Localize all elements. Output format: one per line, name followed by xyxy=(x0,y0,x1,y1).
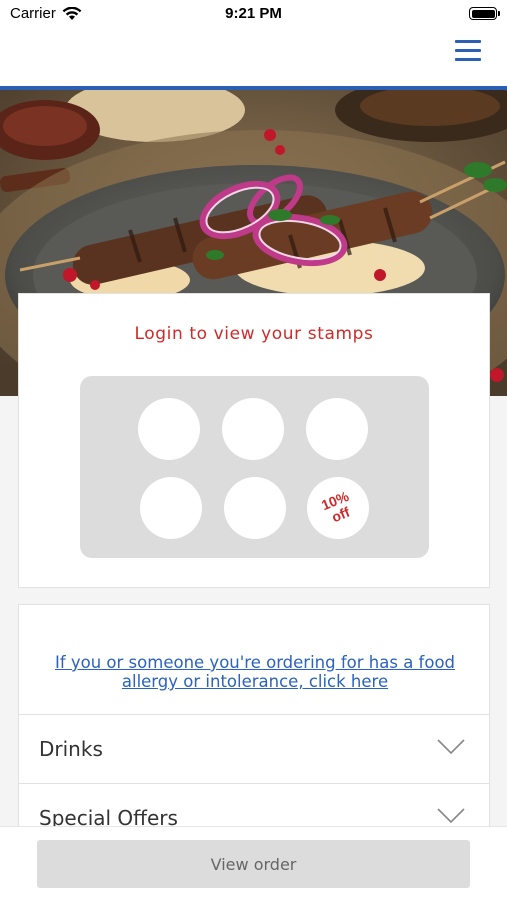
menu-section-label: Drinks xyxy=(39,737,103,761)
status-time: 9:21 PM xyxy=(225,5,282,22)
bottom-bar: View order xyxy=(0,826,507,900)
stamp-slot xyxy=(224,477,286,539)
status-bar: Carrier 9:21 PM xyxy=(0,0,507,28)
stamp-slot xyxy=(138,398,200,460)
stamp-card: Login to view your stamps 10% off xyxy=(18,293,490,588)
reward-text: 10% off xyxy=(319,487,352,526)
app-screen: Carrier 9:21 PM Login to view your stamp… xyxy=(0,0,507,900)
battery-icon xyxy=(469,7,500,20)
login-stamps-link[interactable]: Login to view your stamps xyxy=(19,324,489,344)
allergy-info-link[interactable]: If you or someone you're ordering for ha… xyxy=(39,653,471,691)
view-order-button[interactable]: View order xyxy=(37,840,470,888)
stamp-slot xyxy=(140,477,202,539)
chevron-down-icon xyxy=(437,808,465,824)
stamp-slot xyxy=(306,398,368,460)
stamp-grid: 10% off xyxy=(80,376,429,558)
nav-bar xyxy=(0,28,507,86)
stamp-reward-slot: 10% off xyxy=(307,477,369,539)
menu-section-drinks[interactable]: Drinks xyxy=(19,714,489,783)
stamp-slot xyxy=(222,398,284,460)
chevron-down-icon xyxy=(437,739,465,755)
menu-list-card: If you or someone you're ordering for ha… xyxy=(18,604,490,864)
hamburger-menu-icon[interactable] xyxy=(455,40,481,64)
